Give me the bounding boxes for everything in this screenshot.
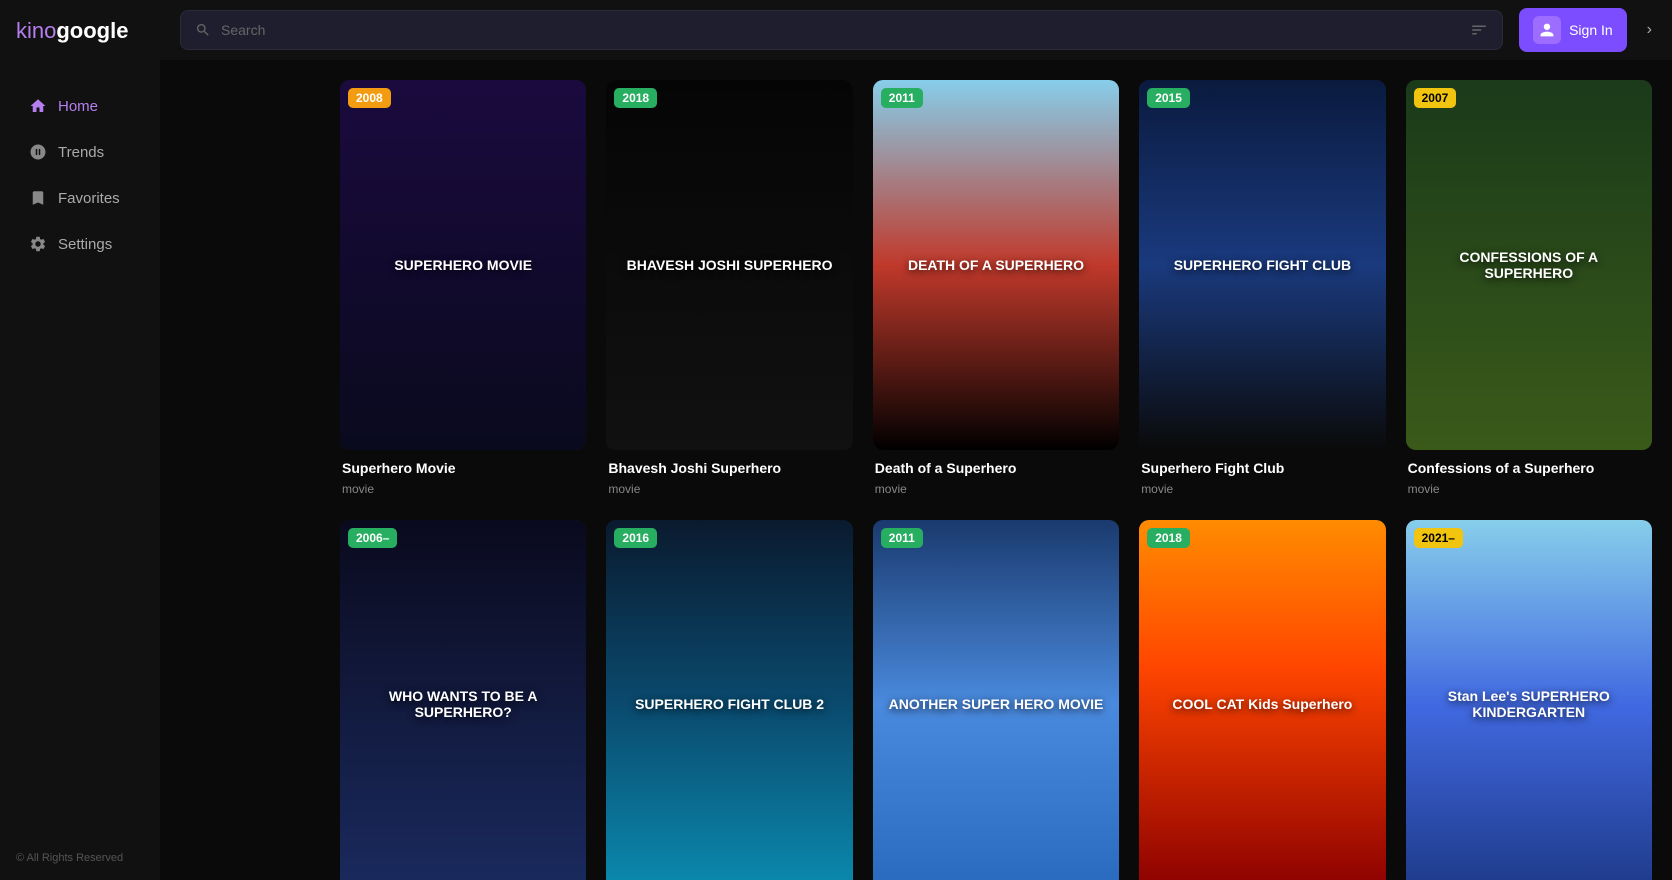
- chevron-right-icon: ›: [1647, 21, 1652, 39]
- movie-title: Death of a Superhero: [875, 460, 1117, 476]
- poster-image: BHAVESH JOSHI SUPERHERO: [606, 80, 852, 450]
- logo-google: google: [56, 18, 128, 43]
- poster-wrapper: BHAVESH JOSHI SUPERHERO 2018: [606, 80, 852, 450]
- movie-info: Bhavesh Joshi Superhero movie: [606, 450, 852, 500]
- settings-icon: [28, 234, 48, 254]
- year-badge: 2021–: [1414, 528, 1463, 548]
- header: Sign In ›: [160, 0, 1672, 60]
- search-input[interactable]: [221, 22, 1460, 38]
- poster-image: WHO WANTS TO BE A SUPERHERO?: [340, 520, 586, 880]
- movie-info: Death of a Superhero movie: [873, 450, 1119, 500]
- logo: kinogoogle: [0, 0, 160, 62]
- poster-image: COOL CAT Kids Superhero: [1139, 520, 1385, 880]
- filter-icon[interactable]: [1470, 21, 1488, 39]
- movie-type: movie: [1408, 482, 1650, 496]
- poster-image: ANOTHER SUPER HERO MOVIE: [873, 520, 1119, 880]
- sidebar-item-home[interactable]: Home: [8, 84, 152, 128]
- poster-wrapper: Stan Lee's SUPERHERO KINDERGARTEN 2021–: [1406, 520, 1652, 880]
- movie-card-3[interactable]: DEATH OF A SUPERHERO 2011 Death of a Sup…: [873, 80, 1119, 500]
- user-icon: [1533, 16, 1561, 44]
- search-icon: [195, 22, 211, 38]
- year-badge: 2006–: [348, 528, 397, 548]
- poster-wrapper: COOL CAT Kids Superhero 2018: [1139, 520, 1385, 880]
- year-badge: 2011: [881, 528, 923, 548]
- sidebar: kinogoogle Home Trends: [0, 0, 160, 880]
- logo-kino: kino: [16, 18, 56, 43]
- year-badge: 2015: [1147, 88, 1190, 108]
- home-icon: [28, 96, 48, 116]
- movies-grid: SUPERHERO MOVIE 2008 Superhero Movie mov…: [340, 80, 1652, 880]
- nav-label-trends: Trends: [58, 144, 104, 161]
- movie-card-2[interactable]: BHAVESH JOSHI SUPERHERO 2018 Bhavesh Jos…: [606, 80, 852, 500]
- nav-label-home: Home: [58, 98, 98, 115]
- poster-image: SUPERHERO FIGHT CLUB: [1139, 80, 1385, 450]
- poster-image: Stan Lee's SUPERHERO KINDERGARTEN: [1406, 520, 1652, 880]
- sign-in-label: Sign In: [1569, 22, 1613, 38]
- poster-wrapper: WHO WANTS TO BE A SUPERHERO? 2006–: [340, 520, 586, 880]
- movie-title: Superhero Fight Club: [1141, 460, 1383, 476]
- poster-wrapper: SUPERHERO FIGHT CLUB 2015: [1139, 80, 1385, 450]
- poster-image: SUPERHERO FIGHT CLUB 2: [606, 520, 852, 880]
- movie-type: movie: [875, 482, 1117, 496]
- movie-type: movie: [1141, 482, 1383, 496]
- trends-icon: [28, 142, 48, 162]
- movie-title: Bhavesh Joshi Superhero: [608, 460, 850, 476]
- year-badge: 2011: [881, 88, 923, 108]
- nav-menu: Home Trends Favorites: [0, 82, 160, 836]
- sign-in-button[interactable]: Sign In: [1519, 8, 1627, 52]
- year-badge: 2018: [614, 88, 657, 108]
- movie-card-6[interactable]: WHO WANTS TO BE A SUPERHERO? 2006– Who W…: [340, 520, 586, 880]
- poster-wrapper: SUPERHERO MOVIE 2008: [340, 80, 586, 450]
- sidebar-item-favorites[interactable]: Favorites: [8, 176, 152, 220]
- sidebar-item-settings[interactable]: Settings: [8, 222, 152, 266]
- poster-image: SUPERHERO MOVIE: [340, 80, 586, 450]
- poster-wrapper: CONFESSIONS OF A SUPERHERO 2007: [1406, 80, 1652, 450]
- movie-card-5[interactable]: CONFESSIONS OF A SUPERHERO 2007 Confessi…: [1406, 80, 1652, 500]
- main-content: SUPERHERO MOVIE 2008 Superhero Movie mov…: [320, 60, 1672, 880]
- poster-wrapper: SUPERHERO FIGHT CLUB 2 2016: [606, 520, 852, 880]
- sidebar-item-trends[interactable]: Trends: [8, 130, 152, 174]
- nav-label-favorites: Favorites: [58, 190, 120, 207]
- movie-card-10[interactable]: Stan Lee's SUPERHERO KINDERGARTEN 2021– …: [1406, 520, 1652, 880]
- movie-card-4[interactable]: SUPERHERO FIGHT CLUB 2015 Superhero Figh…: [1139, 80, 1385, 500]
- year-badge: 2018: [1147, 528, 1190, 548]
- footer-copyright: © All Rights Reserved: [0, 836, 160, 880]
- movie-card-8[interactable]: ANOTHER SUPER HERO MOVIE 2011 Another Su…: [873, 520, 1119, 880]
- movie-title: Superhero Movie: [342, 460, 584, 476]
- poster-wrapper: ANOTHER SUPER HERO MOVIE 2011: [873, 520, 1119, 880]
- movie-info: Superhero Movie movie: [340, 450, 586, 500]
- movie-card-7[interactable]: SUPERHERO FIGHT CLUB 2 2016 Superhero Fi…: [606, 520, 852, 880]
- movie-info: Superhero Fight Club movie: [1139, 450, 1385, 500]
- movie-card-1[interactable]: SUPERHERO MOVIE 2008 Superhero Movie mov…: [340, 80, 586, 500]
- year-badge: 2008: [348, 88, 391, 108]
- poster-image: CONFESSIONS OF A SUPERHERO: [1406, 80, 1652, 450]
- movie-type: movie: [342, 482, 584, 496]
- poster-image: DEATH OF A SUPERHERO: [873, 80, 1119, 450]
- year-badge: 2007: [1414, 88, 1457, 108]
- search-box: [180, 10, 1503, 50]
- movie-title: Confessions of a Superhero: [1408, 460, 1650, 476]
- nav-label-settings: Settings: [58, 236, 112, 253]
- movie-card-9[interactable]: COOL CAT Kids Superhero 2018 Cool Cat Ki…: [1139, 520, 1385, 880]
- year-badge: 2016: [614, 528, 657, 548]
- movie-type: movie: [608, 482, 850, 496]
- favorites-icon: [28, 188, 48, 208]
- poster-wrapper: DEATH OF A SUPERHERO 2011: [873, 80, 1119, 450]
- movie-info: Confessions of a Superhero movie: [1406, 450, 1652, 500]
